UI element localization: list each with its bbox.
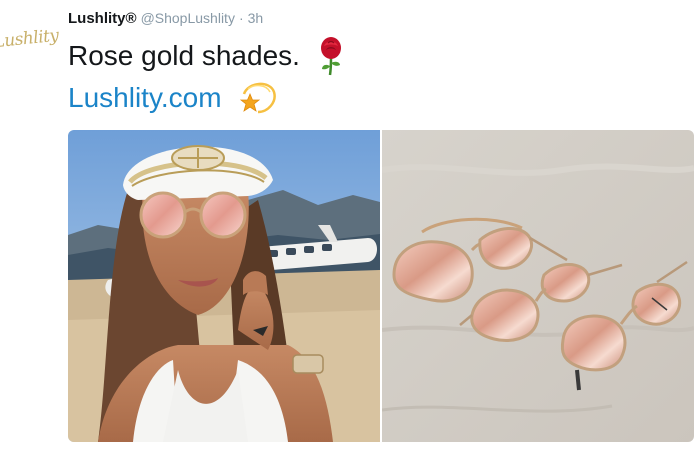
tweet-text-line: Rose gold shades.: [68, 36, 346, 76]
avatar-logo-text: Lushlity: [0, 25, 60, 53]
avatar[interactable]: Lushlity: [0, 19, 59, 58]
dizzy-star-emoji-icon: [238, 80, 278, 116]
sunglasses-photo-illustration: [382, 130, 694, 442]
woman-photo-illustration: [68, 130, 380, 442]
timestamp[interactable]: 3h: [248, 10, 264, 26]
tweet-header: Lushlity® @ShopLushlity · 3h: [68, 10, 263, 27]
display-name[interactable]: Lushlity®: [68, 10, 137, 27]
tweet-text: Rose gold shades.: [68, 40, 300, 71]
separator-dot: ·: [238, 10, 244, 26]
tweet-link-line: Lushlity.com: [68, 80, 278, 116]
rose-emoji-icon: [316, 36, 346, 76]
tweet[interactable]: Lushlity Lushlity® @ShopLushlity · 3h Ro…: [0, 0, 700, 450]
three-rose-gold-sunglasses-on-sand-photo[interactable]: [382, 130, 694, 442]
user-handle[interactable]: @ShopLushlity: [141, 10, 235, 26]
tweet-link[interactable]: Lushlity.com: [68, 82, 222, 114]
media-grid[interactable]: [68, 130, 694, 442]
woman-with-cap-and-sunglasses-photo[interactable]: [68, 130, 380, 442]
